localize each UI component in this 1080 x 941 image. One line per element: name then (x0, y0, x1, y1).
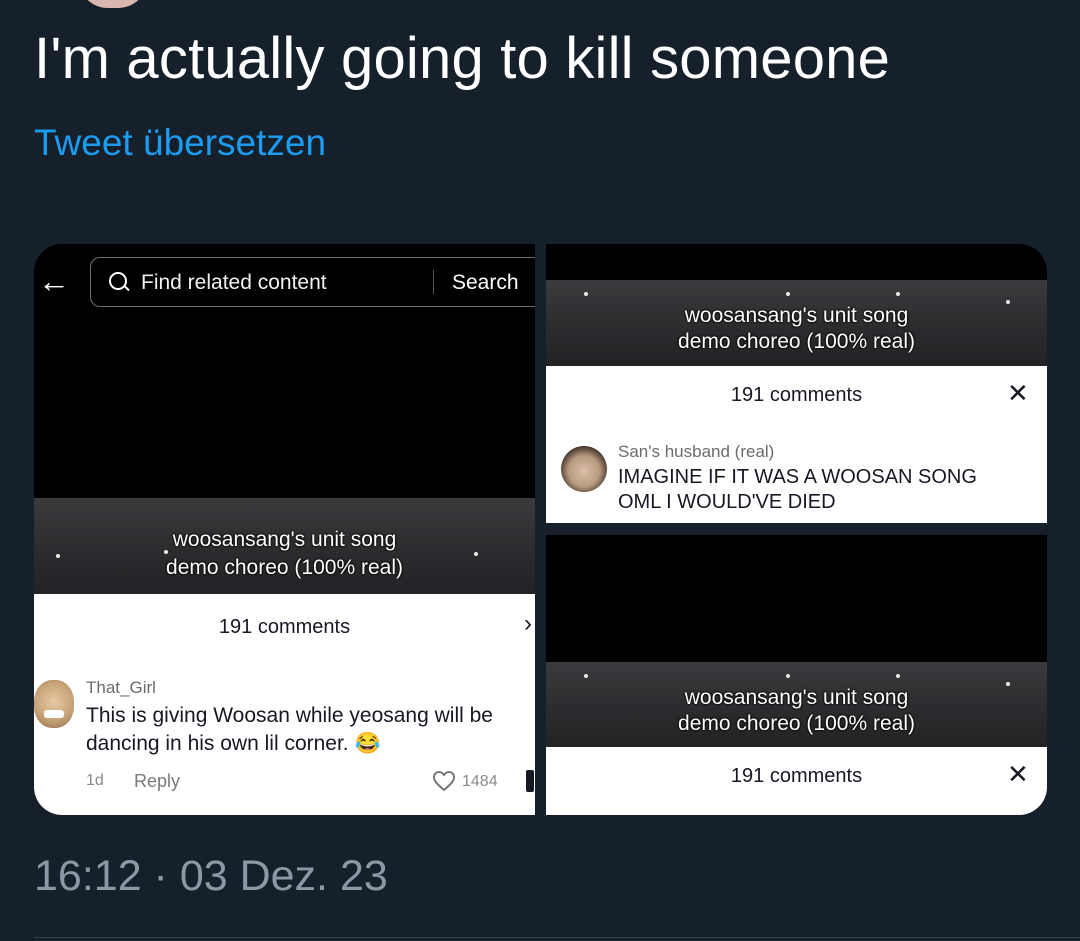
media-image-1[interactable]: ← Find related content Search woosansang… (34, 244, 535, 815)
comments-sheet: 191 comments › That_Girl This is giving … (34, 594, 535, 815)
media-image-3[interactable]: woosansang's unit song demo choreo (100%… (546, 535, 1047, 815)
ceiling-light (896, 674, 900, 678)
divider (34, 937, 1080, 938)
like-count: 1484 (462, 773, 498, 790)
commenter-avatar (34, 680, 74, 728)
video-frame: woosansang's unit song demo choreo (100%… (546, 280, 1047, 366)
video-caption-line2: demo choreo (100% real) (678, 330, 915, 353)
video-caption-line1: woosansang's unit song (684, 686, 909, 709)
close-icon: ✕ (1007, 759, 1029, 789)
search-button: Search (452, 271, 519, 294)
comments-count: 191 comments (730, 384, 863, 406)
ceiling-light (786, 674, 790, 678)
video-caption-line1: woosansang's unit song (172, 528, 397, 551)
ceiling-light (896, 292, 900, 296)
ceiling-light (584, 674, 588, 678)
ceiling-light (786, 292, 790, 296)
commenter-avatar (561, 446, 607, 492)
chevron-right-icon: › (524, 610, 532, 637)
video-caption-line2: demo choreo (100% real) (166, 556, 403, 579)
comment-username: San's husband (real) (618, 442, 775, 461)
tweet-timestamp[interactable]: 16:12 · 03 Dez. 23 (34, 852, 388, 901)
ceiling-light (584, 292, 588, 296)
comments-sheet: 191 comments ✕ San's husband (real) IMAG… (546, 366, 1047, 523)
translate-tweet-link[interactable]: Tweet übersetzen (34, 122, 326, 164)
comment-text-line1: IMAGINE IF IT WAS A WOOSAN SONG (618, 466, 977, 488)
comment-text: This is giving Woosan while yeosang will… (86, 704, 493, 755)
video-frame: woosansang's unit song demo choreo (100%… (546, 662, 1047, 747)
close-icon: ✕ (1007, 378, 1029, 408)
back-arrow-icon: ← (38, 263, 70, 299)
author-avatar[interactable] (78, 0, 148, 8)
comments-count: 191 comments (730, 765, 863, 787)
search-icon (109, 272, 127, 290)
comment-username: That_Girl (86, 678, 156, 697)
search-bar: Find related content Search (90, 257, 535, 307)
comments-count: 191 comments (218, 616, 351, 638)
media-image-2[interactable]: woosansang's unit song demo choreo (100%… (546, 244, 1047, 523)
heart-icon (433, 771, 455, 792)
comment-age: 1d (86, 772, 104, 789)
comment-text-line2: OML I WOULD'VE DIED (618, 491, 836, 513)
video-caption-line2: demo choreo (100% real) (678, 712, 915, 735)
dislike-icon (526, 770, 534, 792)
tweet-text: I'm actually going to kill someone (34, 26, 891, 91)
search-divider (433, 270, 434, 294)
video-caption-line1: woosansang's unit song (684, 304, 909, 327)
search-placeholder: Find related content (141, 271, 327, 294)
video-frame: woosansang's unit song demo choreo (100%… (34, 498, 535, 594)
comments-sheet: 191 comments ✕ (546, 747, 1047, 815)
tweet-media-grid: ← Find related content Search woosansang… (34, 244, 1047, 815)
reply-button: Reply (134, 771, 181, 791)
